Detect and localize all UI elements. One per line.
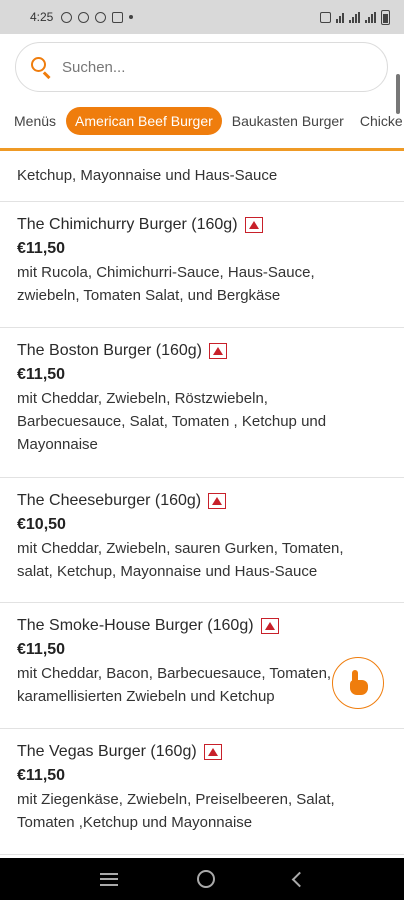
item-description-line: karamellisierten Zwiebeln und Ketchup bbox=[17, 688, 275, 705]
item-description: mit Cheddar, Zwiebeln, sauren Gurken, To… bbox=[17, 537, 387, 583]
search-bar[interactable] bbox=[15, 42, 388, 92]
item-name-row: The Vegas Burger (160g) bbox=[17, 743, 387, 761]
item-name: The Chimichurry Burger (160g) bbox=[17, 216, 238, 233]
item-description-line: mit Rucola, Chimichurri-Sauce, Haus-Sauc… bbox=[17, 264, 315, 281]
nav-back-icon[interactable] bbox=[291, 871, 307, 887]
item-description-line: Mayonnaise bbox=[17, 436, 98, 453]
item-description-line: mit Ziegenkäse, Zwiebeln, Preiselbeeren,… bbox=[17, 791, 335, 808]
category-tabs: Menüs American Beef Burger Baukasten Bur… bbox=[0, 106, 404, 136]
item-name-row: The Boston Burger (160g) bbox=[17, 342, 387, 360]
item-description: Ketchup, Mayonnaise und Haus-Sauce bbox=[17, 167, 278, 184]
item-price: €11,50 bbox=[17, 366, 66, 383]
whatsapp-icon bbox=[61, 11, 73, 23]
menu-list: Ketchup, Mayonnaise und Haus-Sauce The C… bbox=[0, 125, 404, 855]
wifi-icon bbox=[336, 12, 344, 23]
scrollbar[interactable] bbox=[396, 74, 400, 114]
hand-pointer-icon bbox=[347, 670, 369, 696]
item-price: €11,50 bbox=[17, 767, 66, 784]
item-description-line: mit Cheddar, Zwiebeln, sauren Gurken, To… bbox=[17, 540, 344, 557]
item-name: The Vegas Burger (160g) bbox=[17, 743, 197, 760]
item-description-line: Barbecuesauce, Salat, Tomaten , Ketchup … bbox=[17, 413, 327, 430]
list-item[interactable]: The Boston Burger (160g) €11,50 mit Chedda… bbox=[0, 328, 404, 478]
list-item[interactable]: The Cheeseburger (160g) €10,50 mit Cheddar… bbox=[0, 478, 404, 603]
item-name-row: The Chimichurry Burger (160g) bbox=[17, 216, 387, 234]
item-description-line: zwiebeln, Tomaten Salat, und Bergkäse bbox=[17, 287, 281, 304]
search-input[interactable] bbox=[62, 58, 352, 76]
item-name-row: The Cheeseburger (160g) bbox=[17, 492, 387, 510]
status-bar: 4:25 bbox=[0, 0, 404, 34]
allergen-warning-icon[interactable] bbox=[209, 343, 227, 359]
item-description: mit Rucola, Chimichurri-Sauce, Haus-Sauc… bbox=[17, 261, 387, 307]
more-notifications-icon bbox=[129, 15, 134, 19]
app-screen: Ketchup, Mayonnaise und Haus-Sauce The C… bbox=[0, 34, 404, 858]
list-item[interactable]: The Chimichurry Burger (160g) €11,50 mit R… bbox=[0, 202, 404, 328]
system-nav-bar bbox=[0, 858, 404, 900]
tab-menus[interactable]: Menüs bbox=[0, 107, 64, 135]
item-description-line: mit Cheddar, Zwiebeln, Röstzwiebeln, bbox=[17, 390, 268, 407]
signal-icon-2 bbox=[365, 11, 376, 23]
alarm-icon bbox=[320, 11, 331, 23]
item-description-line: Tomaten ,Ketchup und Mayonnaise bbox=[17, 814, 253, 831]
item-name-row: The Smoke-House Burger (160g) bbox=[17, 617, 387, 635]
allergen-warning-icon[interactable] bbox=[244, 217, 263, 233]
app-notification-icon bbox=[112, 11, 124, 23]
search-icon bbox=[30, 56, 52, 79]
nav-menu-icon[interactable] bbox=[99, 872, 118, 886]
item-description: mit Cheddar, Zwiebeln, Röstzwiebeln, Barb… bbox=[17, 387, 387, 456]
list-item[interactable]: The Vegas Burger (160g) €11,50 mit Ziegenk… bbox=[0, 729, 404, 855]
allergen-warning-icon[interactable] bbox=[203, 744, 222, 760]
item-name: The Boston Burger (160g) bbox=[17, 342, 202, 359]
signal-icon bbox=[349, 11, 360, 23]
item-price: €11,50 bbox=[17, 240, 66, 257]
order-fab-button[interactable] bbox=[332, 657, 384, 709]
nav-home-icon[interactable] bbox=[196, 870, 215, 888]
battery-icon bbox=[381, 9, 390, 25]
item-price: €10,50 bbox=[17, 516, 66, 533]
header-divider bbox=[0, 148, 404, 151]
item-name: The Smoke-House Burger (160g) bbox=[17, 617, 254, 634]
allergen-warning-icon[interactable] bbox=[260, 618, 279, 634]
item-name: The Cheeseburger (160g) bbox=[17, 492, 202, 509]
tab-baukasten-burger[interactable]: Baukasten Burger bbox=[224, 107, 352, 135]
notification-icon bbox=[78, 11, 90, 23]
notification-icon-2 bbox=[95, 11, 107, 23]
item-price: €11,50 bbox=[17, 641, 66, 658]
tab-american-beef-burger[interactable]: American Beef Burger bbox=[66, 107, 222, 135]
status-time: 4:25 bbox=[30, 10, 54, 24]
allergen-warning-icon[interactable] bbox=[208, 493, 227, 509]
header: Menüs American Beef Burger Baukasten Bur… bbox=[0, 34, 404, 151]
item-description: mit Ziegenkäse, Zwiebeln, Preiselbeeren,… bbox=[17, 788, 387, 834]
item-description-line: salat, Ketchup, Mayonnaise und Haus-Sauc… bbox=[17, 563, 318, 580]
